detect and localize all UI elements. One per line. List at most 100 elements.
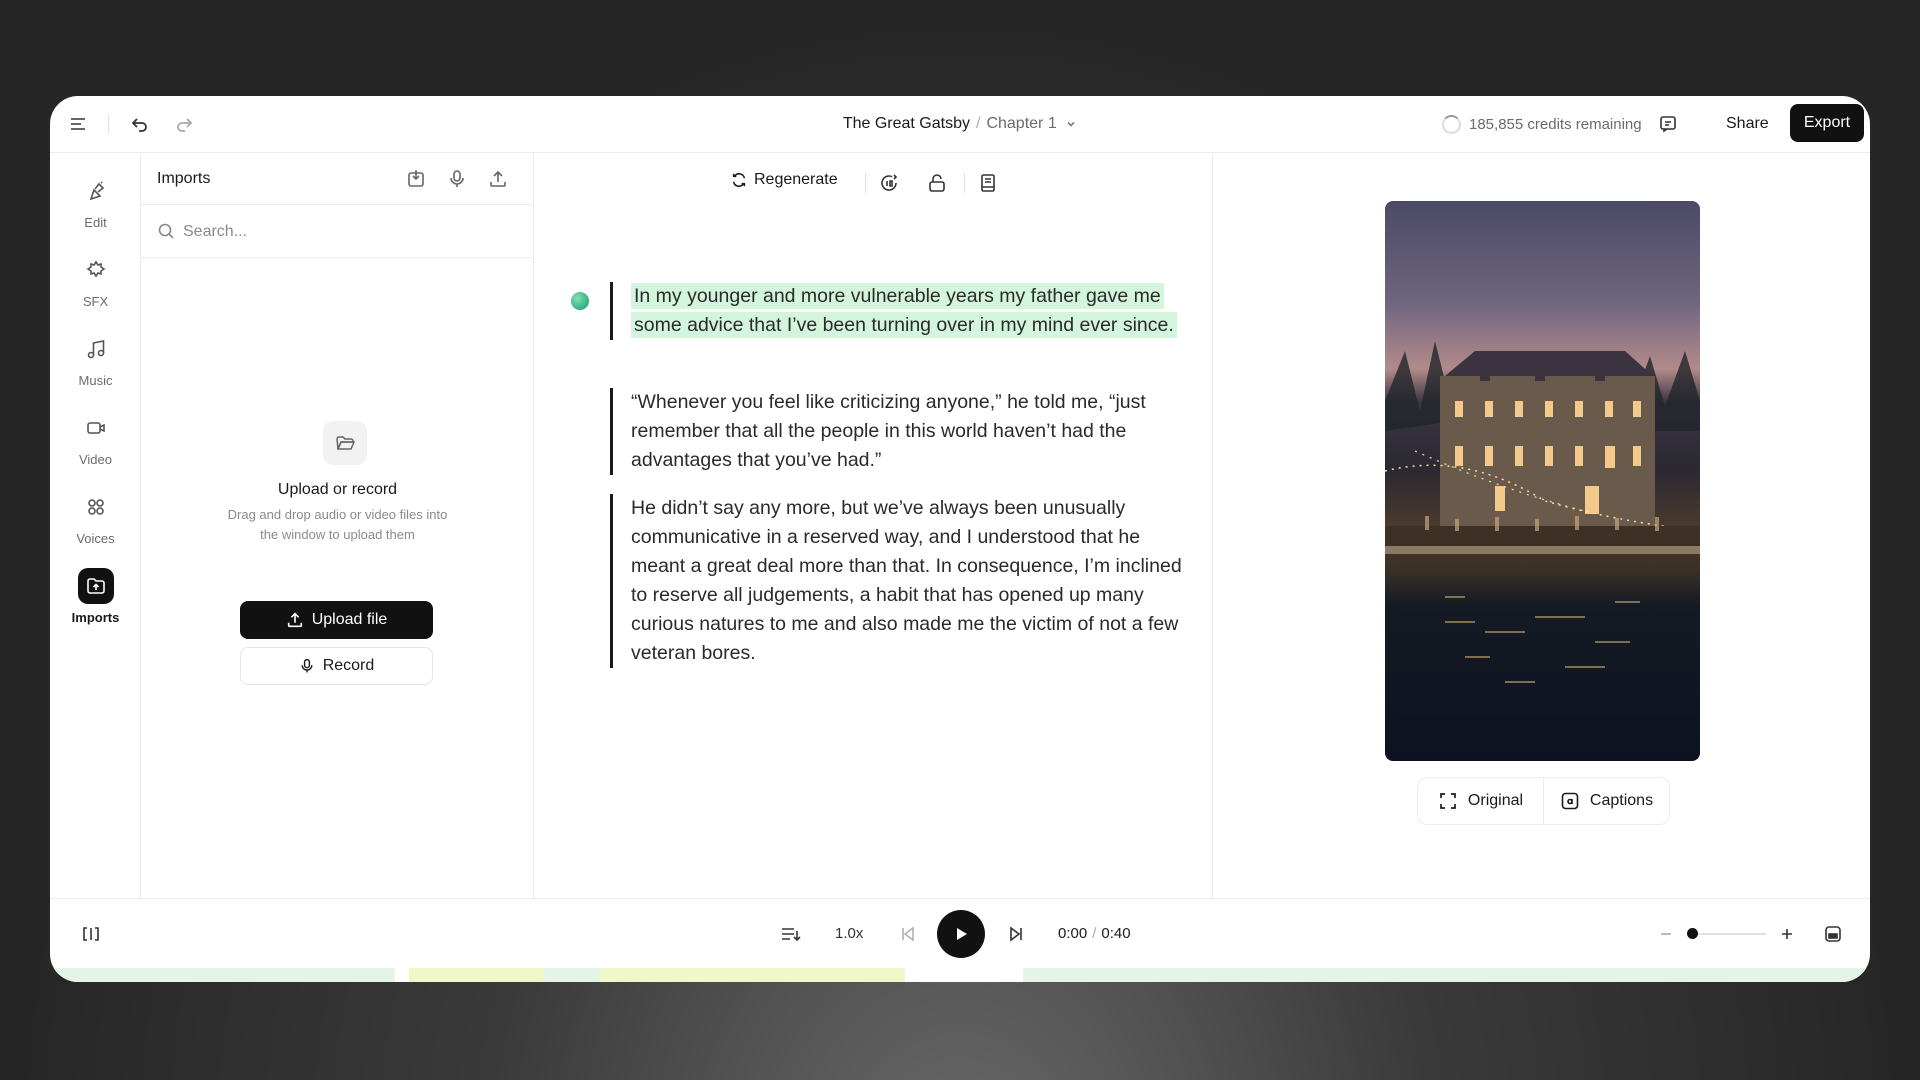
video-preview-panel: Original Captions [1213,153,1870,898]
rail-item-label: Edit [84,215,107,230]
rail-item-sfx[interactable]: SFX [50,252,141,309]
credits-indicator: 185,855 credits remaining [1442,114,1678,134]
empty-state-title: Upload or record [277,481,398,498]
upload-icon[interactable] [486,167,510,191]
chapter-selector[interactable]: Chapter 1 [986,115,1056,132]
rail-item-edit[interactable]: Edit [50,173,141,230]
timeline-clip[interactable] [1023,968,1870,982]
paragraph-text: He didn’t say any more, but we’ve always… [631,497,1182,664]
microphone-icon[interactable] [445,167,469,191]
skip-back-icon[interactable] [896,922,920,946]
paragraph[interactable]: He didn’t say any more, but we’ve always… [610,494,1190,668]
imports-icon [77,568,114,604]
imports-title: Imports [157,170,211,187]
timeline-gap [905,968,1023,982]
rail-item-label: Voices [76,531,115,546]
player-bar: 1.0x 0:00/0:40 [50,898,1870,968]
rail-item-imports[interactable]: Imports [50,568,141,625]
share-button[interactable]: Share [1726,115,1769,133]
voices-icon [78,489,114,525]
music-icon [78,331,114,367]
time-separator: / [1092,925,1097,942]
timeline-clip[interactable] [409,968,544,982]
duration: 0:40 [1101,925,1131,942]
rail-item-music[interactable]: Music [50,331,141,388]
playlist-icon[interactable] [778,922,802,946]
top-bar: The Great Gatsby / Chapter 1 185,855 credi… [50,96,1870,153]
paragraph-text: “Whenever you feel like criticizing anyo… [631,391,1146,471]
timeline-gap [395,968,409,982]
zoom-in-icon[interactable] [1775,922,1799,946]
playback-speed[interactable]: 1.0x [835,925,863,942]
rail-item-label: SFX [82,294,109,309]
play-button[interactable] [937,910,985,958]
empty-state-description: Drag and drop audio or video files into … [227,507,448,542]
paragraph[interactable]: “Whenever you feel like criticizing anyo… [610,388,1190,475]
view-mode-toggle: Original Captions [1417,777,1670,825]
search-icon [157,222,175,245]
credits-text: 185,855 credits remaining [1469,115,1642,133]
captions-button[interactable]: Captions [1543,778,1669,824]
mansion-image [1385,341,1700,683]
video-icon [78,410,114,446]
tool-rail: Edit SFX Music Video Voices Imports [50,153,141,898]
upload-file-button[interactable]: Upload file [240,601,433,639]
import-file-icon[interactable] [404,167,428,191]
imports-search [141,205,533,258]
book-icon[interactable] [976,171,1000,195]
fullscreen-icon [1440,793,1456,809]
fit-timeline-icon[interactable] [1821,922,1845,946]
rail-item-label: Music [78,373,113,388]
paragraph[interactable]: In my younger and more vulnerable years … [610,282,1190,340]
export-button[interactable]: Export [1790,104,1864,142]
edit-icon [78,173,114,209]
captions-label: Captions [1589,792,1654,809]
timeline-clip[interactable] [50,968,395,982]
rail-item-video[interactable]: Video [50,410,141,467]
skip-forward-icon[interactable] [1004,922,1028,946]
record-label: Record [322,657,375,674]
original-label: Original [1467,792,1524,809]
play-icon [957,928,967,940]
current-time: 0:00 [1058,925,1088,942]
credits-ring-icon [1442,114,1461,134]
unlock-icon[interactable] [925,171,949,195]
timeline-strip[interactable] [50,968,1870,982]
timeline-clip[interactable] [544,968,600,982]
book-title[interactable]: The Great Gatsby [843,115,970,132]
folder-open-icon [323,421,367,465]
rail-item-label: Imports [71,610,120,625]
upload-file-label: Upload file [311,611,388,628]
search-input[interactable] [183,219,503,245]
speaker-avatar[interactable] [571,292,589,310]
regenerate-button[interactable]: Regenerate [730,171,838,189]
time-display: 0:00/0:40 [1058,925,1131,942]
zoom-slider-track[interactable] [1692,933,1766,935]
record-button[interactable]: Record [240,647,433,685]
timeline-clip[interactable] [600,968,905,982]
rail-item-voices[interactable]: Voices [50,489,141,546]
divider [865,173,866,193]
speed-adjust-icon[interactable] [877,171,901,195]
zoom-out-icon[interactable] [1654,922,1678,946]
original-button[interactable]: Original [1418,778,1543,824]
imports-panel: Imports Upload or record Drag and drop a… [141,153,534,898]
imports-header: Imports [141,153,533,205]
paragraph-text-highlighted: In my younger and more vulnerable years … [631,283,1177,338]
app-window: The Great Gatsby / Chapter 1 185,855 credi… [50,96,1870,982]
breadcrumb-separator: / [976,115,981,132]
microphone-icon [301,658,313,673]
zoom-slider-handle[interactable] [1687,928,1698,939]
toggle-panel-icon[interactable] [79,922,103,946]
regenerate-label: Regenerate [754,171,838,188]
sfx-icon [78,252,114,288]
refresh-icon [732,173,746,187]
rail-item-label: Video [78,452,112,467]
video-thumbnail[interactable] [1385,201,1700,761]
chevron-down-icon[interactable] [1065,118,1077,130]
captions-icon [1561,792,1579,810]
editor-toolbar: Regenerate [534,153,1212,213]
script-editor: Regenerate In my younger and more vulner… [534,153,1213,898]
divider [964,173,965,193]
feedback-icon[interactable] [1658,114,1678,134]
